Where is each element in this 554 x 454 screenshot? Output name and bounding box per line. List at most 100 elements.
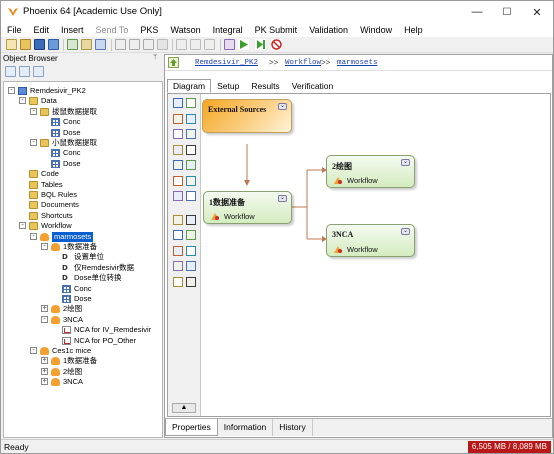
expand-icon[interactable]: + [41,305,48,313]
menu-edit[interactable]: Edit [28,23,56,37]
collapse-icon[interactable]: - [19,222,26,230]
expand-icon[interactable]: + [41,367,48,375]
pin-icon[interactable]: ᛘ [153,54,157,61]
expand-icon[interactable]: + [41,357,48,365]
tree-item[interactable]: +2绘图 [4,367,162,377]
list-icon[interactable] [186,129,196,139]
tree-item[interactable]: Tables [4,180,162,190]
xy-plot-icon[interactable] [173,214,183,225]
menu-pk-submit[interactable]: PK Submit [249,23,304,37]
menu-validation[interactable]: Validation [303,23,354,37]
print-icon[interactable] [95,39,106,50]
breadcrumb-marmosets-link[interactable]: marmosets [337,59,378,67]
tab-verification[interactable]: Verification [286,79,340,93]
tree-item[interactable]: - Data [4,96,162,106]
axis-icon[interactable] [186,191,196,201]
save-icon[interactable] [34,39,45,50]
tab-diagram[interactable]: Diagram [167,79,212,93]
tree-item[interactable]: - Ces1c mice [4,346,162,356]
stats-icon[interactable] [186,160,196,170]
tree-item[interactable]: D 设置单位 [4,252,162,262]
tab-history[interactable]: History [273,419,313,436]
menu-insert[interactable]: Insert [55,23,90,37]
list-view-icon[interactable] [19,66,30,77]
external-sources-node[interactable]: External Sources ⌄ [202,99,292,133]
workflow-node-plot[interactable]: 2绘图 ⌄ Workflow [326,155,415,188]
menu-send-to[interactable]: Send To [90,23,135,37]
table-view-icon[interactable] [173,276,183,287]
collapse-icon[interactable]: - [19,97,26,105]
grid-tool-icon[interactable] [186,144,196,155]
chevron-down-icon[interactable]: ⌄ [278,195,287,202]
tree-item[interactable]: Conc [4,117,162,127]
cluster-icon[interactable] [186,276,196,287]
copy-icon[interactable] [129,39,140,50]
run-step-icon[interactable] [255,39,266,50]
table-tool-icon[interactable] [186,113,196,124]
tree-view-icon[interactable] [5,66,16,77]
tree-item[interactable]: Dose [4,294,162,304]
tree-item[interactable]: Code [4,169,162,179]
collapse-icon[interactable]: - [30,347,37,354]
navigate-up-icon[interactable] [168,57,179,68]
filter-icon[interactable] [186,261,196,271]
menu-integral[interactable]: Integral [207,23,249,37]
minimize-button[interactable]: — [462,1,492,23]
tree-item[interactable]: +1数据准备 [4,356,162,366]
close-button[interactable]: ✕ [522,1,552,23]
tree-item[interactable]: BQL Rules [4,190,162,200]
line-chart-icon[interactable] [186,230,196,240]
verify-icon[interactable] [224,39,235,50]
palette-scroll-up-icon[interactable]: ▲ [172,403,196,413]
save-all-icon[interactable] [48,39,59,50]
tab-properties[interactable]: Properties [165,419,218,436]
tree-item[interactable]: - marmosets [4,231,162,242]
matrix-icon[interactable] [173,175,183,186]
tab-information[interactable]: Information [218,419,274,436]
chart-icon[interactable] [186,98,196,108]
tree-item[interactable]: Conc [4,148,162,158]
tree-item[interactable]: - Remdesivir_PK2 [4,86,162,96]
redo-icon[interactable] [190,39,201,50]
workflow-node-prep[interactable]: 1数据准备 ⌄ Workflow [203,191,292,224]
nca-tool-icon[interactable] [173,113,183,124]
tree-item[interactable]: +3NCA [4,377,162,387]
tree-item[interactable]: NCA for PO_Other [4,336,162,346]
tree-item[interactable]: Documents [4,200,162,210]
maximize-button[interactable]: ☐ [492,1,522,23]
menu-help[interactable]: Help [398,23,429,37]
tree-item[interactable]: - 小鼠数据提取 [4,138,162,148]
breadcrumb-project-link[interactable]: Remdesivir_PK2 [195,59,258,67]
tree-item[interactable]: - 1数据准备 [4,242,162,252]
import-icon[interactable] [67,39,78,50]
box-plot-icon[interactable] [186,245,196,256]
menu-pks[interactable]: PKS [134,23,164,37]
refresh-icon[interactable] [33,66,44,77]
tree-item[interactable]: D Dose单位转换 [4,273,162,283]
new-project-icon[interactable] [6,39,17,50]
tree-item[interactable]: - 3NCA [4,315,162,325]
tree-item[interactable]: Dose [4,128,162,138]
stop-icon[interactable] [271,39,282,50]
collapse-icon[interactable]: - [30,139,37,146]
diagram-canvas[interactable]: External Sources ⌄ 1数据准备 ⌄ Workflow 2绘图 … [202,94,550,416]
transform-icon[interactable] [186,175,196,186]
chevron-down-icon[interactable]: ⌄ [278,103,287,110]
undo-icon[interactable] [176,39,187,50]
tree-item[interactable]: NCA for IV_Remdesivir [4,325,162,335]
qq-icon[interactable] [173,245,183,256]
breadcrumb-workflow-link[interactable]: Workflow [285,59,321,67]
menu-file[interactable]: File [1,23,28,37]
collapse-icon[interactable]: - [30,107,37,115]
menu-window[interactable]: Window [354,23,398,37]
collapse-icon[interactable]: - [30,232,37,240]
chevron-down-icon[interactable]: ⌄ [401,159,410,166]
menu-watson[interactable]: Watson [164,23,206,37]
open-folder-icon[interactable] [20,39,31,50]
tree-item[interactable]: D 仅Remdesivir数据 [4,263,162,273]
export-icon[interactable] [81,39,92,50]
execute-icon[interactable] [238,39,249,50]
expand-icon[interactable]: + [41,378,48,386]
bar-chart-icon[interactable] [173,191,183,201]
collapse-icon[interactable]: - [41,315,48,323]
